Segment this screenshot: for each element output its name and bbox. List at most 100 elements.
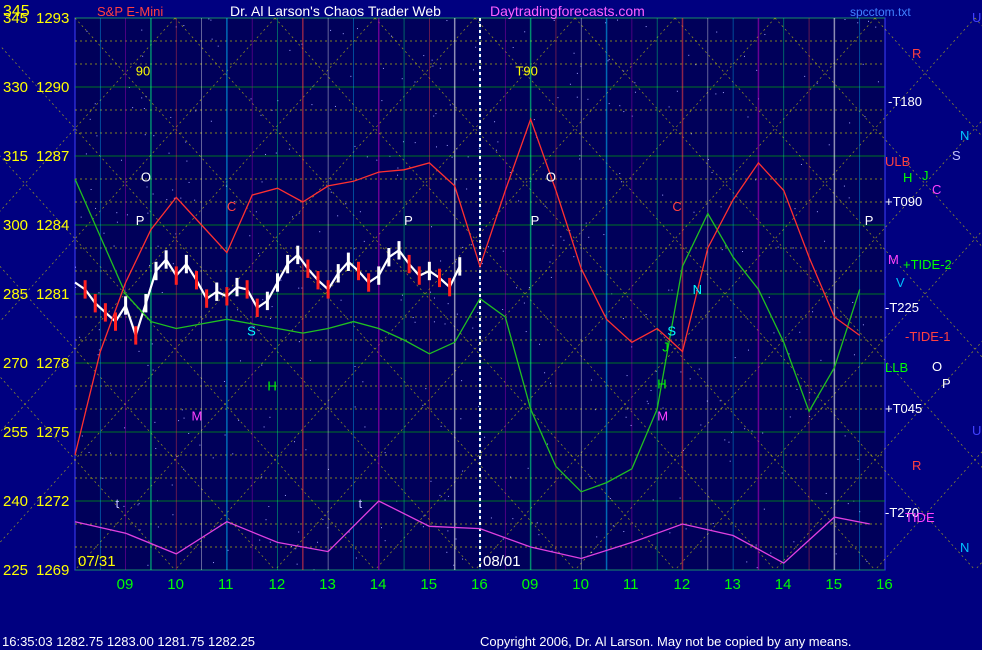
star [102,477,104,479]
star [747,349,749,351]
star [553,19,555,21]
plot-marker: P [136,213,145,228]
star [698,368,700,370]
star [354,366,356,368]
star [721,249,723,251]
star [481,263,483,265]
site-link[interactable]: Daytradingforecasts.com [490,3,645,19]
copyright: Copyright 2006, Dr. Al Larson. May not b… [480,634,851,649]
star [868,20,869,22]
star [487,246,489,248]
x-tick-hour: 16 [471,576,488,593]
star [141,97,143,99]
star [95,207,97,209]
star [460,418,462,420]
y-tick-left: 270 [3,355,28,372]
star [86,30,88,32]
star [296,563,298,565]
star [626,375,628,377]
star [353,248,355,250]
star [400,299,402,301]
star [113,245,115,247]
star [497,141,499,143]
plot-marker: J [662,340,669,355]
star [275,152,277,154]
star [212,457,214,459]
star [185,141,187,143]
star [796,388,798,390]
star [622,318,624,320]
y-tick-left: 240 [3,493,28,510]
star [645,26,647,28]
x-tick-hour: 12 [674,576,691,593]
star [685,528,687,530]
star [390,35,392,37]
plot-marker: T90 [515,64,537,79]
star [461,380,463,382]
star [412,317,414,319]
x-tick-hour: 16 [876,576,893,593]
star [401,78,403,80]
star [544,372,546,374]
star [645,313,647,315]
star [260,114,262,116]
star [384,540,386,542]
star [90,189,92,191]
star [751,430,753,432]
star [816,211,818,213]
star [777,246,779,248]
star [172,514,174,516]
star [181,409,183,411]
star [728,441,730,443]
star [512,47,514,49]
star [298,287,300,289]
x-tick-hour: 11 [623,576,639,593]
star [355,557,357,559]
star [157,526,159,528]
star [768,296,770,298]
star [690,133,692,135]
star [259,539,261,541]
star [573,256,575,258]
right-label: H [903,170,912,185]
right-label: LLB [885,360,908,375]
star [589,475,591,477]
star [688,54,690,56]
star [439,67,441,69]
star [773,332,775,334]
star [414,81,416,83]
plot-marker: O [141,169,151,184]
star [85,153,87,155]
right-label: ULB [885,154,910,169]
star [319,231,321,233]
star [770,552,772,554]
star [359,211,361,213]
star [431,226,433,228]
star [147,364,149,366]
star [502,538,504,540]
star [755,544,757,546]
star [455,538,457,540]
star [316,541,318,543]
star [414,142,416,144]
star [475,46,477,48]
plot-marker: t [116,496,120,511]
file-label: spcctom.txt [850,5,911,19]
star [363,240,365,242]
plot-marker: P [531,213,540,228]
star [609,498,611,500]
star [623,531,625,533]
star [877,81,879,83]
star [744,428,746,430]
star [552,244,554,246]
star [284,494,286,496]
star [116,212,118,214]
right-label: U [972,10,981,25]
star [224,434,226,436]
plot-marker: M [191,409,202,424]
x-tick-hour: 13 [724,576,741,593]
plot-marker: 90 [136,64,150,79]
star [467,156,469,158]
star [194,199,196,201]
star [430,480,432,482]
